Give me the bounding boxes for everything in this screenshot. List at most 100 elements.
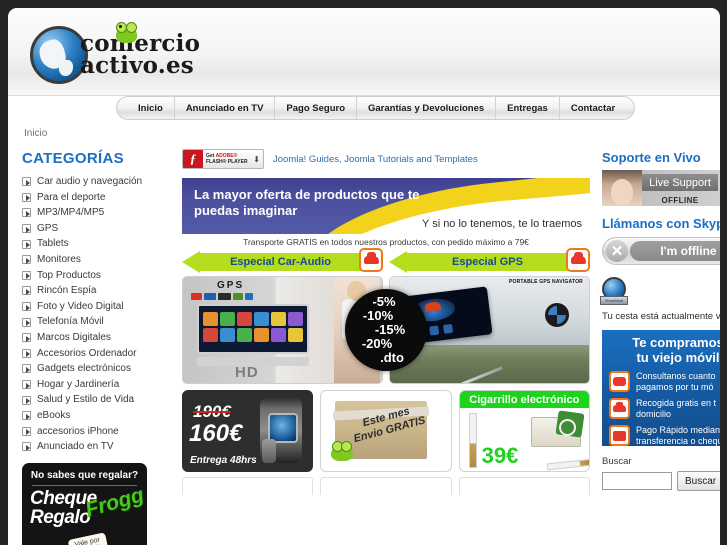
bullet-arrow-icon [22, 224, 31, 234]
nav-item-entregas[interactable]: Entregas [496, 97, 560, 119]
sidebar-item-monitores[interactable]: Monitores [22, 252, 170, 268]
sidebar-item-label: accesorios iPhone [37, 425, 119, 437]
sidebar-item-label: Para el deporte [37, 191, 106, 203]
badge-flash: FLASH® PLAYER [206, 159, 248, 165]
payment-card-icon [609, 425, 630, 446]
sidebar-item-label: Top Productos [37, 269, 101, 281]
sidebar-item-iphone[interactable]: accesorios iPhone [22, 424, 170, 440]
site-logo[interactable]: comercio activo.es [30, 22, 200, 84]
sidebar-item-label: GPS [37, 222, 59, 234]
chip-label: Vale por [74, 536, 101, 545]
offer-box-ecigarette[interactable]: Cigarrillo electrónico 39€ [458, 390, 590, 472]
nav-item-contactar[interactable]: Contactar [560, 97, 626, 119]
hero-banner[interactable]: La mayor oferta de productos que te pued… [182, 178, 590, 234]
get-flash-player-badge[interactable]: ƒ Get ADOBE® FLASH® PLAYER ⬇ [182, 149, 264, 169]
cart-status-text: Tu cesta está actualmente va [602, 311, 720, 322]
sidebar-item-top-productos[interactable]: Top Productos [22, 268, 170, 284]
sidebar-item-anunciado-tv[interactable]: Anunciado en TV [22, 439, 170, 455]
offer-box-free-shipping[interactable]: Este mes Envio GRATIS [320, 390, 452, 472]
caraudio-hd-label: HD [235, 364, 259, 381]
nav-item-garantias[interactable]: Garantías y Devoluciones [357, 97, 497, 119]
frog-icon [331, 441, 354, 461]
nav-item-inicio[interactable]: Inicio [127, 97, 175, 119]
format-icons [191, 293, 253, 300]
sidebar-item-marcos[interactable]: Marcos Digitales [22, 330, 170, 346]
watch-old-price: 190€ [193, 402, 231, 421]
chat-bubble-icon [609, 371, 630, 392]
arrow-left-icon [182, 251, 200, 273]
skype-status-button[interactable]: ✕ I'm offline [602, 237, 720, 265]
mobile-promo-item-1: Consultanos cuanto pagamos por tu mó [609, 371, 720, 392]
sidebar-item-hogar[interactable]: Hogar y Jardinería [22, 377, 170, 393]
flash-player-icon: ƒ [183, 150, 203, 168]
bottom-module-1[interactable] [182, 477, 314, 495]
adobe-badge-text: Get ADOBE® FLASH® PLAYER [203, 153, 248, 166]
promo-caraudio[interactable]: Especial Car-Audio [182, 248, 383, 273]
gift-card-chip-80: Vale por 80€ [67, 532, 110, 545]
sidebar-item-gadgets[interactable]: Gadgets electrónicos [22, 361, 170, 377]
mobile-promo-text: Pago Rápido median transferencia o chequ… [636, 425, 720, 446]
ecig-stick-image [468, 413, 477, 468]
breadcrumb[interactable]: Inicio [24, 128, 47, 139]
main-content: ƒ Get ADOBE® FLASH® PLAYER ⬇ Joomla! Gui… [176, 144, 596, 545]
mobile-promo-title-1: Te compramos [632, 335, 720, 350]
joomla-credit-link[interactable]: Joomla! Guides, Joomla Tutorials and Tem… [273, 154, 478, 165]
bmw-logo-icon [545, 303, 569, 327]
categories-title: CATEGORÍAS [22, 150, 124, 167]
nav-item-pago[interactable]: Pago Seguro [275, 97, 357, 119]
sidebar-item-gps[interactable]: GPS [22, 221, 170, 237]
mobile-buyback-banner[interactable]: Te compramos tu viejo móvil Consultanos … [602, 330, 720, 446]
gps-product-label: PORTABLE GPS NAVIGATOR [508, 279, 583, 285]
search-label: Buscar [602, 456, 632, 467]
sidebar-item-label: MP3/MP4/MP5 [37, 207, 105, 219]
bullet-arrow-icon [22, 317, 31, 327]
discount-15: -15% [374, 322, 406, 337]
bottom-module-2[interactable] [320, 477, 452, 495]
watch-fob-image [262, 439, 277, 463]
sidebar-item-mp3[interactable]: MP3/MP4/MP5 [22, 205, 170, 221]
sidebar-item-label: Foto y Video Digital [37, 300, 124, 312]
watch-new-price: 160€ [189, 420, 243, 447]
sidebar-item-deporte[interactable]: Para el deporte [22, 190, 170, 206]
bullet-arrow-icon [22, 192, 31, 202]
discount-10: -10% [362, 308, 394, 323]
live-support-status: OFFLINE [661, 196, 699, 205]
skype-status-label: I'm offline [630, 241, 720, 261]
search-button[interactable]: Buscar [677, 471, 720, 491]
caraudio-gps-label: GPS [217, 280, 245, 291]
sidebar-item-label: Monitores [37, 253, 81, 265]
sidebar-item-tablets[interactable]: Tablets [22, 236, 170, 252]
sidebar-item-salud[interactable]: Salud y Estilo de Vida [22, 392, 170, 408]
live-support-label: Live Support [642, 174, 718, 191]
ecig-title: Cigarrillo electrónico [459, 391, 589, 408]
bottom-module-3[interactable] [458, 477, 590, 495]
gift-card-banner[interactable]: No sabes que regalar? Cheque Regalo Frog… [22, 462, 147, 545]
discount-circle: -5% -10% -15% -20% .dto [345, 289, 427, 371]
skype-title: Llámanos con Skype [602, 216, 720, 231]
mobile-promo-title-2: tu viejo móvil [636, 349, 720, 365]
sidebar-item-foto-video[interactable]: Foto y Video Digital [22, 299, 170, 315]
mobile-promo-item-3: Pago Rápido median transferencia o chequ… [609, 425, 720, 446]
bullet-arrow-icon [22, 395, 31, 405]
sidebar-item-rincon-espia[interactable]: Rincón Espía [22, 283, 170, 299]
search-input[interactable] [602, 472, 672, 490]
promo-gps[interactable]: Especial GPS [389, 248, 590, 273]
live-support-widget[interactable]: Live Support OFFLINE [602, 170, 720, 206]
logo-line-2: activo.es [80, 52, 194, 79]
bullet-arrow-icon [22, 286, 31, 296]
sidebar-item-telefonia[interactable]: Telefonía Móvil [22, 314, 170, 330]
browser-frame: comercio activo.es Inicio Anunciado en T… [0, 0, 727, 545]
sidebar-item-ebooks[interactable]: eBooks [22, 408, 170, 424]
bullet-arrow-icon [22, 348, 31, 358]
sidebar-left: CATEGORÍAS Car audio y navegación Para e… [8, 144, 176, 545]
bottom-modules-row [182, 477, 590, 495]
offer-boxes-row: 190€ 160€ Entrega 48hrs Este mes Envio G… [182, 390, 590, 472]
close-circle-icon: ✕ [606, 240, 628, 262]
discount-5: -5% [372, 294, 396, 309]
bullet-arrow-icon [22, 364, 31, 374]
nav-item-anunciado[interactable]: Anunciado en TV [175, 97, 276, 119]
cart-globe-icon[interactable]: VirtueMart [600, 277, 628, 305]
sidebar-item-car-audio[interactable]: Car audio y navegación [22, 174, 170, 190]
offer-box-watch[interactable]: 190€ 160€ Entrega 48hrs [182, 390, 314, 472]
sidebar-item-accesorios-ordenador[interactable]: Accesorios Ordenador [22, 346, 170, 362]
